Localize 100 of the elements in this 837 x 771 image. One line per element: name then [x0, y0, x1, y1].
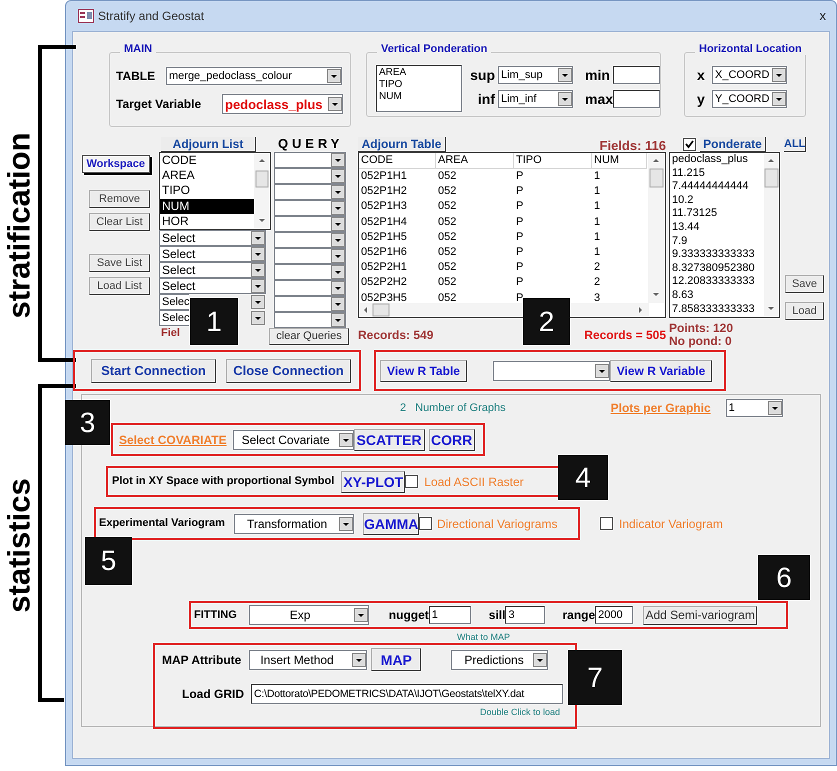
dropdown[interactable]: Select: [159, 246, 266, 262]
list-item[interactable]: 7.44444444444: [672, 180, 763, 194]
adjourn-list-button[interactable]: Adjourn List: [161, 137, 256, 152]
list-item[interactable]: 9.333333333333: [672, 248, 763, 262]
list-item[interactable]: CODE: [160, 153, 254, 168]
scatter-button[interactable]: SCATTER: [354, 428, 425, 450]
list-item[interactable]: 11.73125: [672, 207, 763, 221]
field-label: MAP Attribute: [162, 652, 242, 668]
list-button[interactable]: Load List: [89, 277, 150, 295]
dropdown[interactable]: Lim_inf: [498, 90, 573, 108]
list-item[interactable]: 10.2: [672, 194, 763, 208]
table-cell-text: 3: [593, 290, 602, 306]
caret-icon: [251, 263, 265, 277]
dropdown[interactable]: [274, 168, 346, 184]
dropdown[interactable]: [274, 216, 346, 232]
dropdown[interactable]: Transformation: [234, 514, 354, 534]
list-box[interactable]: pedoclass_plus 11.215 7.44444444444 10.2 11.73125 13.44 7.9 9.333333333333 8.327380952380 12.20833333333 8.63 7.858333333333: [669, 152, 780, 318]
corr-button[interactable]: CORR: [428, 428, 475, 450]
dropdown[interactable]: [274, 200, 346, 216]
checkbox[interactable]: [418, 517, 432, 530]
dropdown[interactable]: [274, 184, 346, 200]
input-field[interactable]: [613, 90, 660, 108]
clear-queries-button[interactable]: clear Queries: [269, 328, 349, 345]
dropdown[interactable]: pedoclass_plus: [222, 94, 343, 114]
list-item[interactable]: 13.44: [672, 220, 763, 235]
close-button[interactable]: x: [820, 6, 826, 26]
gamma-button[interactable]: GAMMA: [362, 512, 419, 534]
ponderate-button[interactable]: Ponderate: [700, 137, 766, 152]
checkbox[interactable]: [405, 475, 418, 488]
list-button[interactable]: Clear List: [89, 213, 150, 231]
list-item[interactable]: AREA: [379, 67, 461, 79]
caret-icon: [533, 652, 548, 666]
checkbox-label: Indicator Variogram: [619, 516, 723, 532]
dropdown[interactable]: Select: [159, 278, 266, 294]
adjourn-table-button[interactable]: Adjourn Table: [358, 137, 446, 152]
list-button[interactable]: Remove: [89, 190, 150, 208]
table-cell-text: 1: [593, 184, 602, 200]
dropdown[interactable]: [274, 296, 346, 312]
dropdown[interactable]: [274, 280, 346, 296]
list-item[interactable]: NUM: [379, 91, 461, 103]
input-field[interactable]: C:\Dottorato\PEDOMETRICS\DATA\IJOT\Geostats\telXY.dat: [251, 684, 563, 704]
table-cell-text: 052: [437, 290, 458, 306]
list-box[interactable]: CODE AREA TIPO NUM HOR: [159, 152, 271, 230]
list-box[interactable]: AREA TIPO NUM: [376, 65, 462, 112]
number-badge: 6: [758, 555, 810, 600]
close-connection-button[interactable]: Close Connection: [226, 358, 351, 382]
list-item[interactable]: AREA: [160, 168, 254, 184]
dropdown[interactable]: [274, 312, 346, 328]
list-item[interactable]: 7.858333333333: [672, 302, 763, 316]
xy-plot-button[interactable]: XY-PLOT: [341, 470, 406, 492]
list-item[interactable]: NUM: [160, 198, 254, 214]
workspace-button[interactable]: Workspace: [82, 155, 150, 173]
dropdown[interactable]: Lim_sup: [498, 66, 573, 84]
field-label: Select COVARIATE: [119, 432, 227, 448]
dropdown[interactable]: merge_pedoclass_colour: [166, 67, 342, 85]
dropdown[interactable]: [274, 248, 346, 264]
dropdown[interactable]: Select: [159, 230, 266, 246]
dropdown[interactable]: Selec: [159, 310, 189, 326]
dropdown[interactable]: [274, 232, 346, 248]
add-semivariogram-button[interactable]: Add Semi-variogram: [643, 606, 758, 624]
list-item[interactable]: HOR: [160, 214, 254, 230]
list-item[interactable]: 12.20833333333: [672, 275, 763, 289]
dropdown[interactable]: Select Covariate: [232, 430, 354, 450]
view-r-variable-button[interactable]: View R Variable: [610, 360, 712, 382]
dropdown[interactable]: [274, 152, 346, 168]
input-field[interactable]: 2000: [595, 606, 634, 624]
dropdown[interactable]: [274, 264, 346, 280]
dropdown[interactable]: Y_COORD: [712, 90, 787, 108]
list-item[interactable]: 8.327380952380: [672, 262, 763, 276]
input-field[interactable]: 3: [505, 606, 546, 624]
list-item[interactable]: 11.215: [672, 166, 763, 180]
all-button[interactable]: ALL: [784, 137, 806, 152]
list-item[interactable]: TIPO: [379, 79, 461, 91]
table-cell-text: P: [515, 199, 524, 214]
status-text: Fields: 116: [600, 139, 666, 152]
dropdown[interactable]: [493, 360, 610, 380]
list-button[interactable]: Save List: [89, 254, 150, 272]
dropdown[interactable]: X_COORD: [712, 66, 787, 84]
dropdown[interactable]: 1: [726, 399, 783, 417]
dropdown[interactable]: Exp: [248, 605, 369, 625]
dropdown[interactable]: Select: [159, 262, 266, 278]
form-icon: [78, 9, 94, 23]
caret-icon: [354, 608, 368, 622]
map-button[interactable]: MAP: [371, 648, 422, 671]
checkbox[interactable]: [683, 138, 696, 151]
dropdown[interactable]: Predictions: [451, 650, 548, 670]
save-button[interactable]: Save: [785, 275, 824, 293]
list-item[interactable]: 8.63: [672, 288, 763, 303]
input-field[interactable]: 1: [428, 606, 471, 624]
view-r-table-button[interactable]: View R Table: [380, 360, 467, 382]
table-cell-text: 052: [437, 214, 458, 230]
list-item[interactable]: TIPO: [160, 183, 254, 199]
input-field[interactable]: [613, 66, 660, 84]
dropdown[interactable]: Selec: [159, 294, 189, 310]
checkbox[interactable]: [600, 517, 613, 530]
dropdown[interactable]: Insert Method: [249, 650, 368, 670]
start-connection-button[interactable]: Start Connection: [91, 358, 216, 382]
list-item[interactable]: 7.9: [672, 234, 763, 248]
load-button[interactable]: Load: [785, 302, 824, 320]
caret-icon: [338, 516, 353, 530]
